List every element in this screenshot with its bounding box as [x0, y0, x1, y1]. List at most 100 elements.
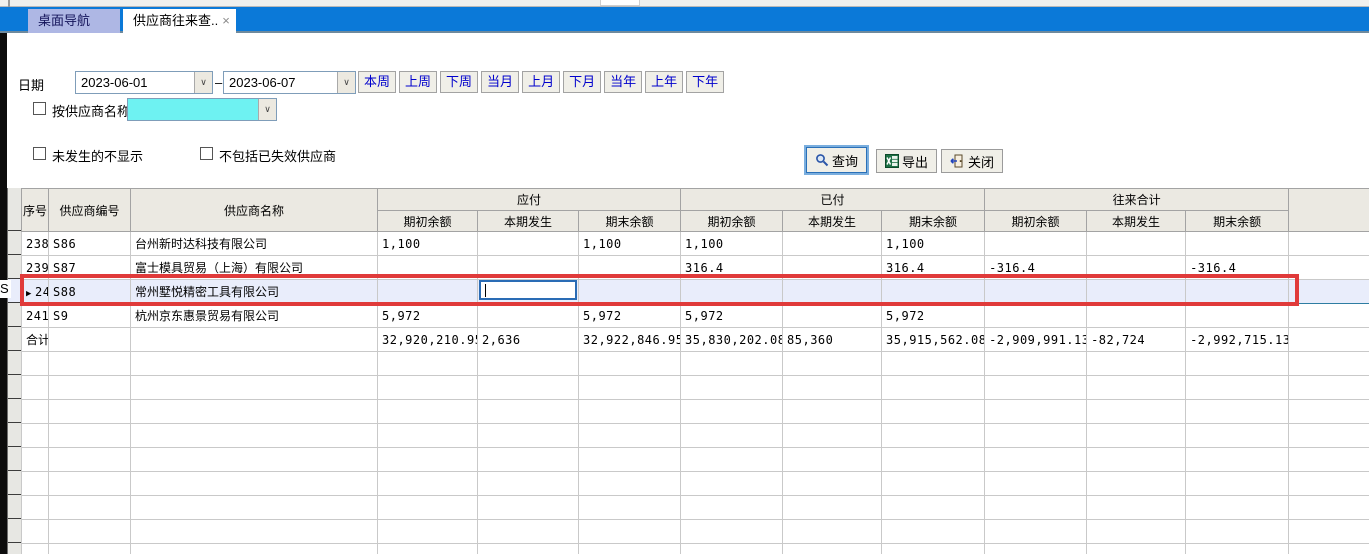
query-button[interactable]: 查询 [806, 147, 867, 173]
date-to-value: 2023-06-07 [229, 75, 296, 90]
quick-range-button-1[interactable]: 上周 [399, 71, 437, 93]
row-header-segment[interactable] [8, 519, 21, 543]
supplier-name-combo[interactable]: ∨ [127, 98, 277, 121]
row-header-segment[interactable] [8, 231, 21, 255]
col-header-0: 序号 [22, 189, 49, 232]
quick-range-button-7[interactable]: 上年 [645, 71, 683, 93]
row-header-segment[interactable] [8, 375, 21, 399]
cell-value-6 [985, 232, 1087, 256]
export-button[interactable]: 导出 [876, 149, 937, 173]
hide-zero-checkbox-label: 未发生的不显示 [52, 146, 143, 165]
cell-value-0 [378, 256, 478, 280]
cell-empty [882, 472, 985, 496]
stray-character: S [0, 280, 11, 298]
quick-range-button-6[interactable]: 当年 [604, 71, 642, 93]
cell-empty [378, 472, 478, 496]
sub-header-1-1: 本期发生 [783, 211, 882, 232]
group-header-2: 往来合计 [985, 189, 1289, 211]
cell-code: S86 [49, 232, 131, 256]
cell-value-3: 316.4 [681, 256, 783, 280]
row-header-segment[interactable] [8, 543, 21, 554]
cell-empty [1087, 424, 1186, 448]
cell-empty [985, 448, 1087, 472]
chevron-down-icon[interactable]: ∨ [194, 72, 212, 93]
cell-empty [22, 472, 49, 496]
cell-empty [985, 544, 1087, 554]
cell-empty [22, 400, 49, 424]
row-header-segment[interactable] [8, 495, 21, 519]
cell-empty [49, 496, 131, 520]
row-header-segment[interactable] [8, 423, 21, 447]
cell-value-2 [579, 256, 681, 280]
close-button[interactable]: 关闭 [941, 149, 1003, 173]
cell-edit-input[interactable] [479, 280, 577, 300]
row-header-segment[interactable] [8, 303, 21, 327]
cell-empty [579, 400, 681, 424]
row-header-segment[interactable] [8, 255, 21, 279]
excel-icon [885, 154, 899, 168]
cell-value-8: -316.4 [1186, 256, 1289, 280]
cell-empty [681, 448, 783, 472]
cell-value-1 [478, 232, 579, 256]
close-button-label: 关闭 [968, 152, 994, 171]
current-row-marker-icon: ▶ [26, 289, 35, 299]
cell-no: 238 [22, 232, 49, 256]
exclude-invalid-checkbox[interactable] [200, 147, 213, 160]
empty-row [22, 352, 1369, 376]
close-icon[interactable]: × [222, 9, 230, 33]
quick-range-button-0[interactable]: 本周 [358, 71, 396, 93]
chevron-down-icon[interactable]: ∨ [258, 99, 276, 120]
query-button-label: 查询 [832, 151, 858, 170]
cell-empty [478, 376, 579, 400]
table-row[interactable]: 239S87富士模具贸易（上海）有限公司316.4316.4-316.4-316… [22, 256, 1369, 280]
row-header-segment[interactable] [8, 399, 21, 423]
cell-empty [681, 520, 783, 544]
cell-value-8 [1186, 304, 1289, 328]
empty-row [22, 496, 1369, 520]
cell-empty [131, 376, 378, 400]
tab-supplier-query[interactable]: 供应商往来查..× [123, 9, 236, 33]
quick-range-button-2[interactable]: 下周 [440, 71, 478, 93]
cell-empty [681, 400, 783, 424]
table-row[interactable]: 238S86台州新时达科技有限公司1,1001,1001,1001,100 [22, 232, 1369, 256]
quick-range-button-3[interactable]: 当月 [481, 71, 519, 93]
row-header-segment[interactable] [8, 447, 21, 471]
cell-value-3: 5,972 [681, 304, 783, 328]
cell-empty [131, 496, 378, 520]
cell-total-value-7: -82,724 [1087, 328, 1186, 352]
date-to-combo[interactable]: 2023-06-07 ∨ [223, 71, 356, 94]
date-from-combo[interactable]: 2023-06-01 ∨ [75, 71, 213, 94]
supplier-name-checkbox[interactable] [33, 102, 46, 115]
cell-empty [882, 448, 985, 472]
hide-zero-checkbox[interactable] [33, 147, 46, 160]
cell-value-6 [985, 304, 1087, 328]
row-header-segment[interactable] [8, 471, 21, 495]
table-row[interactable]: 241S9杭州京东惠景贸易有限公司5,9725,9725,9725,972 [22, 304, 1369, 328]
cell-empty [1087, 544, 1186, 554]
row-header-segment[interactable] [8, 188, 21, 231]
cell-empty [783, 520, 882, 544]
col-header-empty [1289, 189, 1369, 232]
cell-empty [681, 472, 783, 496]
empty-row [22, 400, 1369, 424]
cell-empty [783, 472, 882, 496]
chevron-down-icon[interactable]: ∨ [337, 72, 355, 93]
cell-value-1 [478, 304, 579, 328]
cell-empty [985, 496, 1087, 520]
cell-value-8 [1186, 232, 1289, 256]
tab-desktop-nav[interactable]: 桌面导航 [28, 9, 120, 33]
cell-empty [985, 376, 1087, 400]
row-header-segment[interactable] [8, 351, 21, 375]
cell-empty [783, 424, 882, 448]
quick-range-button-4[interactable]: 上月 [522, 71, 560, 93]
quick-range-button-5[interactable]: 下月 [563, 71, 601, 93]
row-header-segment[interactable] [8, 327, 21, 351]
cell-empty [22, 520, 49, 544]
cell-value-5: 1,100 [882, 232, 985, 256]
cell-value-8 [1186, 280, 1289, 304]
cell-empty [579, 376, 681, 400]
quick-range-button-8[interactable]: 下年 [686, 71, 724, 93]
cell-empty [1289, 352, 1369, 376]
table-row[interactable]: ▶240S88常州墅悦精密工具有限公司 [22, 280, 1369, 304]
cell-empty [22, 424, 49, 448]
